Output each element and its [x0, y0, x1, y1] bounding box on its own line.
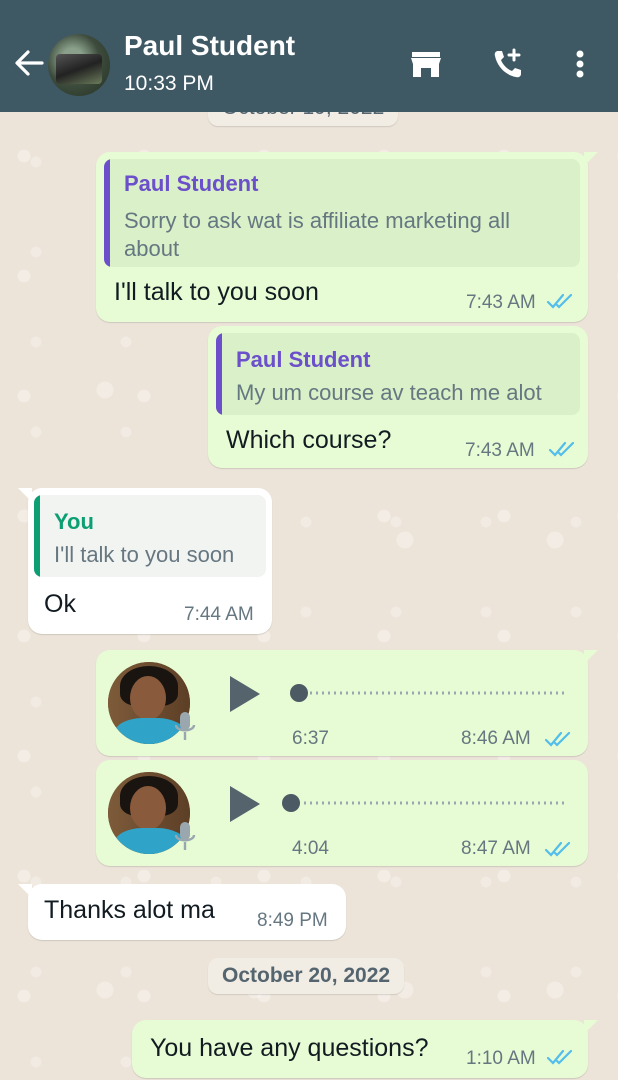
contact-name[interactable]: Paul Student	[124, 30, 295, 62]
message-text: Thanks alot ma	[44, 896, 215, 924]
message-time: 7:43 AM	[466, 292, 536, 313]
message-bubble-incoming[interactable]: Thanks alot ma 8:49 PM	[18, 884, 346, 940]
voice-duration: 6:37	[292, 728, 329, 749]
message-text: Which course?	[226, 426, 392, 454]
message-bubble-outgoing[interactable]: Paul Student My um course av teach me al…	[208, 326, 588, 468]
message-time: 8:46 AM	[461, 728, 531, 749]
double-check-icon	[544, 731, 571, 747]
double-check-icon	[546, 1049, 573, 1065]
voice-duration: 4:04	[292, 838, 329, 859]
audio-progress-thumb[interactable]	[290, 684, 308, 702]
message-time: 8:49 PM	[257, 910, 328, 931]
audio-progress-track[interactable]	[292, 691, 568, 695]
message-bubble-outgoing[interactable]: You have any questions? 1:10 AM	[132, 1020, 598, 1078]
contact-avatar[interactable]	[48, 34, 110, 96]
quoted-message[interactable]: Paul Student My um course av teach me al…	[216, 333, 580, 415]
store-icon[interactable]	[408, 46, 444, 82]
message-text: I'll talk to you soon	[114, 278, 319, 306]
last-seen-status: 10:33 PM	[124, 72, 214, 95]
quoted-sender-name: Paul Student	[124, 171, 259, 196]
quoted-message[interactable]: You I'll talk to you soon	[34, 495, 266, 577]
message-text: Ok	[44, 590, 76, 618]
quoted-text: Sorry to ask wat is affiliate marketing …	[124, 208, 510, 261]
voice-message-bubble[interactable]: 4:04 8:47 AM	[96, 760, 588, 866]
add-call-icon[interactable]	[490, 46, 526, 82]
double-check-icon	[546, 293, 573, 309]
message-time: 1:10 AM	[466, 1048, 536, 1069]
arrow-left-icon[interactable]	[12, 46, 46, 80]
quoted-message[interactable]: Paul Student Sorry to ask wat is affilia…	[104, 159, 580, 267]
double-check-icon	[548, 441, 575, 457]
quoted-text: My um course av teach me alot	[236, 380, 542, 405]
more-vert-icon[interactable]	[566, 46, 594, 82]
quoted-sender-name: Paul Student	[236, 347, 371, 372]
play-icon[interactable]	[228, 784, 262, 824]
double-check-icon	[544, 841, 571, 857]
quoted-text: I'll talk to you soon	[54, 542, 235, 567]
date-chip: October 20, 2022	[208, 958, 405, 994]
chat-header: Paul Student 10:33 PM	[0, 0, 618, 112]
message-bubble-incoming[interactable]: You I'll talk to you soon Ok 7:44 AM	[18, 488, 272, 634]
message-time: 8:47 AM	[461, 838, 531, 859]
quoted-sender-name: You	[54, 509, 94, 534]
play-icon[interactable]	[228, 674, 262, 714]
mic-icon	[174, 712, 196, 740]
mic-icon	[174, 822, 196, 850]
message-time: 7:44 AM	[184, 604, 254, 625]
message-time: 7:43 AM	[465, 440, 535, 461]
audio-progress-thumb[interactable]	[282, 794, 300, 812]
audio-progress-track[interactable]	[292, 801, 568, 805]
message-bubble-outgoing[interactable]: Paul Student Sorry to ask wat is affilia…	[96, 152, 598, 322]
message-text: You have any questions?	[150, 1034, 429, 1062]
voice-message-bubble[interactable]: 6:37 8:46 AM	[96, 650, 598, 756]
